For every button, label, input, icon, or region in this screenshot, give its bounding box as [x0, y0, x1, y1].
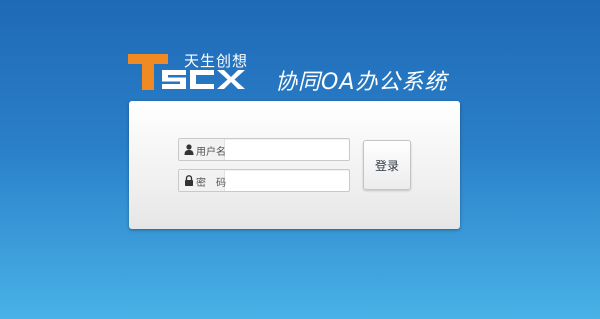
login-panel: 用户名 密 码 登录: [129, 101, 460, 229]
user-icon: [184, 144, 194, 155]
password-field[interactable]: 密 码: [178, 169, 351, 192]
username-label: 用户名: [196, 147, 226, 158]
username-input[interactable]: [225, 139, 351, 160]
lock-icon: [185, 175, 193, 186]
password-input[interactable]: [225, 170, 351, 191]
login-button[interactable]: 登录: [363, 140, 411, 190]
system-title: 协同OA办公系统: [275, 70, 448, 95]
password-label: 密 码: [196, 178, 226, 189]
username-field[interactable]: 用户名: [178, 138, 351, 161]
username-prefix: 用户名: [179, 139, 226, 160]
brand-name: 天生创想: [184, 52, 249, 70]
password-prefix: 密 码: [179, 170, 226, 191]
